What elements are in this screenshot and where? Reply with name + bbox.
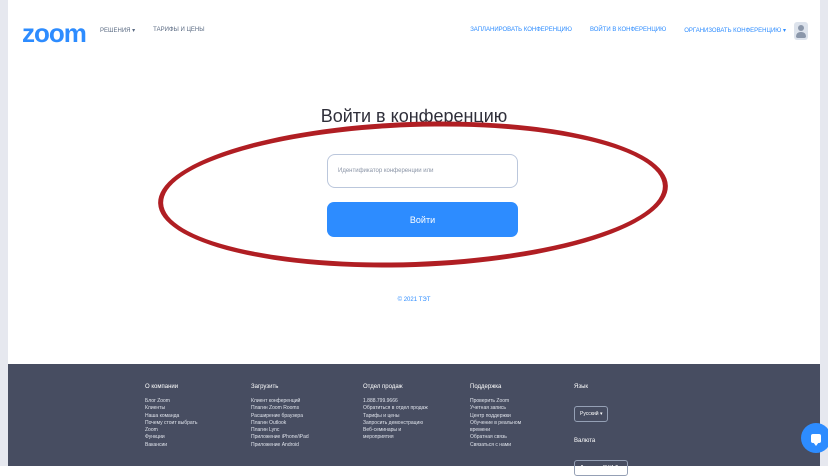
footer-link[interactable]: Обратиться в отдел продаж — [363, 405, 458, 412]
account-nav: ЗАПЛАНИРОВАТЬ КОНФЕРЕНЦИЮ ВОЙТИ В КОНФЕР… — [470, 27, 786, 34]
footer-column-sales: Отдел продаж 1.888.799.9666 Обратиться в… — [363, 384, 458, 442]
footer-link[interactable]: Клиент конференций — [251, 398, 346, 405]
footer-link[interactable]: Учетная запись — [470, 405, 565, 412]
small-footer-link[interactable]: © 2021 ТЭТ — [8, 297, 820, 303]
footer-link[interactable]: мероприятия — [363, 434, 458, 441]
nav-pricing[interactable]: ТАРИФЫ И ЦЕНЫ — [153, 27, 204, 34]
footer-link[interactable]: Обратная связь — [470, 434, 565, 441]
chat-icon[interactable] — [801, 423, 828, 453]
footer-heading: Отдел продаж — [363, 384, 403, 390]
zoom-logo[interactable]: zoom — [22, 18, 87, 49]
nav-schedule-meeting[interactable]: ЗАПЛАНИРОВАТЬ КОНФЕРЕНЦИЮ — [470, 27, 572, 34]
footer-link[interactable]: Связаться с нами — [470, 442, 565, 449]
footer-link[interactable]: 1.888.799.9666 — [363, 398, 458, 405]
footer-link[interactable]: Тарифы и цены — [363, 413, 458, 420]
site-footer: О компании Блог Zoom Клиенты Наша команд… — [8, 364, 820, 476]
nav-host-meeting[interactable]: ОРГАНИЗОВАТЬ КОНФЕРЕНЦИЮ ▾ — [684, 27, 786, 34]
currency-select[interactable]: Доллары США $ ▾ — [574, 460, 629, 476]
footer-link[interactable]: Приложение Android — [251, 442, 346, 449]
footer-link[interactable]: Веб-семинары и — [363, 427, 458, 434]
footer-link[interactable]: Плагин Lync — [251, 427, 346, 434]
footer-link[interactable]: Клиенты — [145, 405, 240, 412]
language-heading: Язык — [574, 384, 589, 390]
footer-heading: Загрузить — [251, 384, 279, 390]
footer-link[interactable]: Плагин Outlook — [251, 420, 346, 427]
currency-heading: Валюта — [574, 438, 596, 444]
footer-link[interactable]: времени — [470, 427, 565, 434]
footer-link[interactable]: Почему стоит выбрать — [145, 420, 240, 427]
footer-column-download: Загрузить Клиент конференций Плагин Zoom… — [251, 384, 346, 449]
footer-link[interactable]: Zoom — [145, 427, 240, 434]
footer-column-company: О компании Блог Zoom Клиенты Наша команд… — [145, 384, 240, 449]
chat-bubble-icon — [811, 433, 821, 446]
footer-link[interactable]: Плагин Zoom Rooms — [251, 405, 346, 412]
footer-link[interactable]: Центр поддержки — [470, 413, 565, 420]
footer-link[interactable]: Приложение iPhone/iPad — [251, 434, 346, 441]
user-icon[interactable] — [794, 22, 808, 40]
footer-link[interactable]: Функции — [145, 434, 240, 441]
footer-link[interactable]: Вакансии — [145, 442, 240, 449]
footer-link[interactable]: Проверить Zoom — [470, 398, 565, 405]
top-navigation: zoom РЕШЕНИЯ ▾ ТАРИФЫ И ЦЕНЫ ЗАПЛАНИРОВА… — [8, 0, 820, 58]
footer-link[interactable]: Обучение в реальном — [470, 420, 565, 427]
nav-solutions[interactable]: РЕШЕНИЯ ▾ — [100, 27, 135, 34]
footer-link[interactable]: Запросить демонстрацию — [363, 420, 458, 427]
footer-preferences: Язык Русский ▾ Валюта Доллары США $ ▾ — [574, 384, 694, 476]
footer-link[interactable]: Наша команда — [145, 413, 240, 420]
nav-join-meeting[interactable]: ВОЙТИ В КОНФЕРЕНЦИЮ — [590, 27, 666, 34]
footer-link[interactable]: Расширение браузера — [251, 413, 346, 420]
language-select[interactable]: Русский ▾ — [574, 406, 609, 422]
footer-link[interactable]: Блог Zoom — [145, 398, 240, 405]
primary-nav: РЕШЕНИЯ ▾ ТАРИФЫ И ЦЕНЫ — [100, 27, 205, 34]
footer-heading: Поддержка — [470, 384, 502, 390]
footer-heading: О компании — [145, 384, 179, 390]
footer-column-support: Поддержка Проверить Zoom Учетная запись … — [470, 384, 565, 449]
